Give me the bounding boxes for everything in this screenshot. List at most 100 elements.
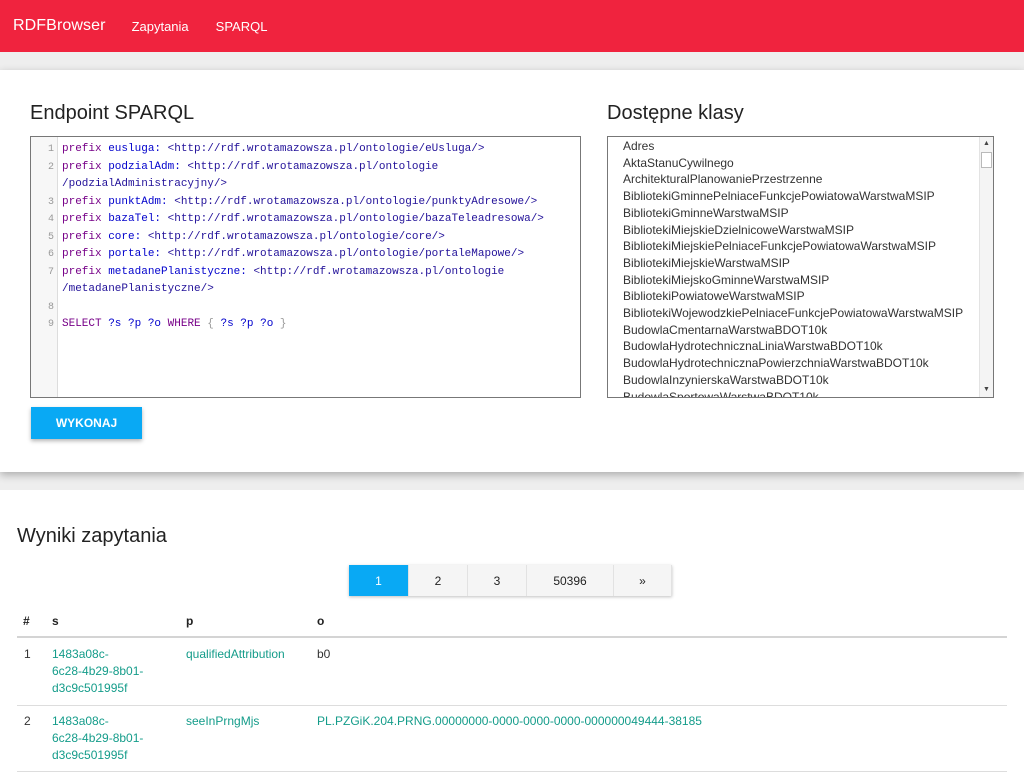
subject-link-part: 1483a08c- <box>52 647 109 661</box>
nav-link-zapytania[interactable]: Zapytania <box>132 19 189 34</box>
code-variable: eusluga: <box>101 143 162 155</box>
brand-logo[interactable]: RDFBrowser <box>13 17 106 35</box>
code-text: prefix metadanePlanistyczne: <http://rdf… <box>62 264 504 282</box>
code-uri: <http://rdf.wrotamazowsza.pl/ontologie/p… <box>167 195 538 208</box>
predicate-link[interactable]: qualifiedAttribution <box>186 646 285 663</box>
row-divider <box>17 705 1007 706</box>
code-variable: podzialAdm: <box>101 160 181 173</box>
object-link[interactable]: PL.PZGiK.204.PRNG.00000000-0000-0000-000… <box>317 713 702 730</box>
endpoint-title: Endpoint SPARQL <box>30 102 195 124</box>
class-list-item[interactable]: BudowlaSportowaWarstwaBDOT10k <box>623 390 819 398</box>
code-uri: <http://rdf.wrotamazowsza.pl/ontologie/e… <box>161 143 485 155</box>
line-number: 2 <box>47 161 54 173</box>
code-line: /metadanePlanistyczne/> <box>31 281 580 299</box>
row-number: 2 <box>24 714 31 728</box>
code-uri: /metadanePlanistyczne/> <box>62 283 214 295</box>
code-variable: ?s ?p ?o <box>220 318 274 330</box>
line-number: 9 <box>47 319 54 330</box>
class-list-item[interactable]: BibliotekiMiejskieDzielnicoweWarstwaMSIP <box>623 223 854 237</box>
subject-link-part: 1483a08c- <box>52 714 109 728</box>
column-header-num: # <box>23 614 30 628</box>
code-uri: <http://rdf.wrotamazowsza.pl/ontologie/b… <box>161 213 544 225</box>
class-list-item[interactable]: Adres <box>623 139 654 153</box>
line-number: 7 <box>47 266 54 278</box>
class-list-item[interactable]: BudowlaInzynierskaWarstwaBDOT10k <box>623 373 829 387</box>
predicate-link[interactable]: seeInPrngMjs <box>186 713 259 730</box>
scroll-down-arrow-icon[interactable]: ▼ <box>980 383 993 397</box>
class-list-item[interactable]: ArchitekturalPlanowaniePrzestrzenne <box>623 172 822 186</box>
subject-link-part: 6c28-4b29-8b01- <box>52 731 144 745</box>
subject-link[interactable]: 1483a08c- 6c28-4b29-8b01- d3c9c501995f <box>52 713 143 764</box>
code-keyword: prefix <box>62 195 102 208</box>
class-list-item[interactable]: BibliotekiGminnePelniaceFunkcjePowiatowa… <box>623 189 935 203</box>
row-number: 1 <box>24 647 31 661</box>
subject-link-part: 6c28-4b29-8b01- <box>52 664 144 678</box>
code-bracket: } <box>279 318 287 330</box>
code-variable: bazaTel: <box>101 213 162 225</box>
column-header-s: s <box>52 614 59 628</box>
line-number: 3 <box>47 196 54 208</box>
code-keyword: SELECT <box>62 318 102 330</box>
code-keyword: prefix <box>62 160 102 173</box>
page-button-1[interactable]: 1 <box>349 565 409 596</box>
next-page-button[interactable]: » <box>614 565 672 596</box>
code-line: 9 SELECT ?s ?p ?o WHERE { ?s ?p ?o } <box>31 316 580 334</box>
code-text: prefix bazaTel: <http://rdf.wrotamazowsz… <box>62 211 544 229</box>
class-list-item[interactable]: BudowlaCmentarnaWarstwaBDOT10k <box>623 323 827 337</box>
code-uri: <http://rdf.wrotamazowsza.pl/ontologie <box>180 160 439 173</box>
line-number: 4 <box>47 214 54 225</box>
line-number: 1 <box>47 144 54 155</box>
code-keyword: prefix <box>62 143 102 155</box>
code-variable: core: <box>101 230 142 243</box>
code-text: prefix portale: <http://rdf.wrotamazowsz… <box>62 246 524 264</box>
code-variable: punktAdm: <box>101 195 168 208</box>
subject-link-part: d3c9c501995f <box>52 681 128 695</box>
code-text: prefix core: <http://rdf.wrotamazowsza.p… <box>62 229 445 247</box>
class-list-item[interactable]: BibliotekiWojewodzkiePelniaceFunkcjePowi… <box>623 306 963 320</box>
class-list-item[interactable]: BudowlaHydrotechnicznaLiniaWarstwaBDOT10… <box>623 339 883 353</box>
code-bracket: { <box>207 318 214 330</box>
classes-list[interactable]: BudowlaSportowaWarstwaBDOT10k BudowlaInzy… <box>607 136 994 398</box>
code-uri: /podzialAdministracyjny/> <box>62 178 228 190</box>
class-list-item[interactable]: BibliotekiMiejskoGminneWarstwaMSIP <box>623 273 829 287</box>
row-divider <box>17 771 1007 772</box>
column-header-o: o <box>317 614 325 628</box>
scroll-up-arrow-icon[interactable]: ▲ <box>980 137 993 151</box>
code-line: 2 prefix podzialAdm: <http://rdf.wrotamaz… <box>31 159 580 177</box>
classes-title: Dostępne klasy <box>607 102 744 124</box>
object-value: b0 <box>317 647 331 661</box>
code-text: prefix punktAdm: <http://rdf.wrotamazows… <box>62 194 537 212</box>
code-text: prefix podzialAdm: <http://rdf.wrotamazo… <box>62 159 438 177</box>
code-variable: metadanePlanistyczne: <box>101 265 247 278</box>
class-list-item[interactable]: AktaStanuCywilnego <box>623 156 734 170</box>
code-keyword: prefix <box>62 248 102 260</box>
code-text: /podzialAdministracyjny/> <box>62 176 227 194</box>
code-line: 3 prefix punktAdm: <http://rdf.wrotamazow… <box>31 194 580 212</box>
code-line: 4 prefix bazaTel: <http://rdf.wrotamazows… <box>31 211 580 229</box>
page-button-50396[interactable]: 50396 <box>527 565 614 596</box>
class-list-item[interactable]: BibliotekiMiejskieWarstwaMSIP <box>623 256 790 270</box>
code-line: /podzialAdministracyjny/> <box>31 176 580 194</box>
line-number: 6 <box>47 249 54 260</box>
nav-link-sparql[interactable]: SPARQL <box>216 19 268 34</box>
class-list-item[interactable]: BudowlaHydrotechnicznaPowierzchniaWarstw… <box>623 356 929 370</box>
code-line: 5 prefix core: <http://rdf.wrotamazowsza.… <box>31 229 580 247</box>
sparql-editor[interactable]: 1 prefix eusluga: <http://rdf.wrotamazows… <box>30 136 581 398</box>
subject-link[interactable]: 1483a08c- 6c28-4b29-8b01- d3c9c501995f <box>52 646 143 697</box>
class-list-item[interactable]: BibliotekiPowiatoweWarstwaMSIP <box>623 289 805 303</box>
code-line: 6 prefix portale: <http://rdf.wrotamazows… <box>31 246 580 264</box>
class-list-item[interactable]: BibliotekiGminneWarstwaMSIP <box>623 206 789 220</box>
line-number: 5 <box>47 231 54 243</box>
classes-scrollbar[interactable]: ▲ ▼ <box>979 137 993 397</box>
line-number: 8 <box>47 301 54 313</box>
class-list-item[interactable]: BibliotekiMiejskiePelniaceFunkcjePowiato… <box>623 239 936 253</box>
execute-button[interactable]: WYKONAJ <box>31 407 142 439</box>
code-keyword: prefix <box>62 213 102 225</box>
code-line: 7 prefix metadanePlanistyczne: <http://rd… <box>31 264 580 282</box>
results-title: Wyniki zapytania <box>17 525 167 547</box>
scroll-thumb[interactable] <box>981 152 992 168</box>
page-button-2[interactable]: 2 <box>409 565 468 596</box>
code-uri: <http://rdf.wrotamazowsza.pl/ontologie/p… <box>161 248 525 260</box>
page-button-3[interactable]: 3 <box>468 565 527 596</box>
code-keyword: WHERE <box>167 318 201 330</box>
